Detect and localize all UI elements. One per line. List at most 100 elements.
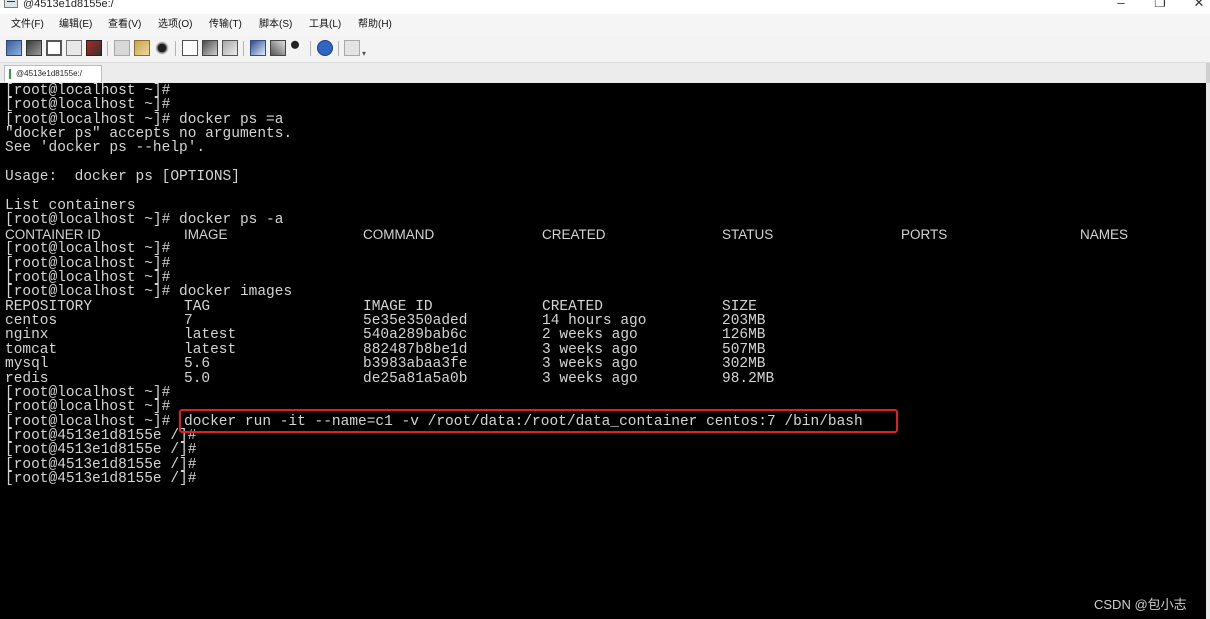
- image-id: 540a289bab6c: [363, 327, 468, 343]
- menu-options[interactable]: 选项(O): [158, 18, 192, 32]
- terminal-area[interactable]: [root@localhost ~]# [root@localhost ~]# …: [0, 83, 1206, 619]
- images-header-tag: TAG: [184, 299, 211, 315]
- watermark: CSDN @包小志: [1094, 597, 1187, 612]
- menu-help[interactable]: 帮助(H): [358, 18, 392, 32]
- terminal-line: [root@localhost ~]#: [5, 83, 171, 99]
- image-size: 507MB: [722, 342, 766, 358]
- terminal-line: [root@localhost ~]#: [5, 97, 171, 113]
- image-repository: centos: [5, 313, 58, 329]
- images-header-created: CREATED: [542, 299, 603, 315]
- ps-header-created: CREATED: [542, 227, 606, 242]
- minimize-button[interactable]: –: [1106, 0, 1136, 12]
- menu-view[interactable]: 查看(V): [108, 18, 141, 32]
- toolbar-separator: [243, 41, 244, 56]
- ps-header-image: IMAGE: [184, 227, 228, 242]
- terminal-line: Usage: docker ps [OPTIONS]: [5, 169, 240, 185]
- window-title: @4513e1d8155e:/: [23, 0, 114, 10]
- toolbar-separator: [338, 41, 339, 56]
- ps-header-command: COMMAND: [363, 227, 435, 242]
- image-id: de25a81a5a0b: [363, 371, 468, 387]
- title-bar: @4513e1d8155e:/ – ❐ ✕: [0, 0, 1210, 14]
- menu-transfer[interactable]: 传输(T): [209, 18, 242, 32]
- menu-script[interactable]: 脚本(S): [259, 18, 292, 32]
- images-header-image-id: IMAGE ID: [363, 299, 433, 315]
- image-id: 882487b8be1d: [363, 342, 468, 358]
- help-icon[interactable]: [317, 40, 333, 56]
- container-prompt: [root@4513e1d8155e /]#: [5, 457, 197, 473]
- tab-strip-edge: [1206, 63, 1210, 83]
- terminal-line: [root@localhost ~]# docker ps -a: [5, 212, 284, 228]
- terminal-line: See 'docker ps --help'.: [5, 140, 206, 156]
- toolbar: ▾: [0, 36, 1210, 63]
- image-created: 3 weeks ago: [542, 356, 638, 372]
- container-prompt: [root@4513e1d8155e /]#: [5, 428, 197, 444]
- image-repository: tomcat: [5, 342, 58, 358]
- container-prompt: [root@4513e1d8155e /]#: [5, 442, 197, 458]
- find-icon[interactable]: [154, 40, 170, 56]
- image-created: 3 weeks ago: [542, 371, 638, 387]
- terminal-line: [root@localhost ~]# docker ps =a: [5, 112, 284, 128]
- terminal-line: [root@localhost ~]#: [5, 241, 171, 257]
- terminal-line: [root@localhost ~]#: [5, 256, 171, 272]
- paste-icon[interactable]: [134, 40, 150, 56]
- image-tag: 5.0: [184, 371, 211, 387]
- close-window-button[interactable]: ✕: [1184, 0, 1210, 12]
- terminal-line: List containers: [5, 198, 136, 214]
- image-tag: latest: [184, 327, 237, 343]
- image-size: 203MB: [722, 313, 766, 329]
- print-icon[interactable]: [202, 40, 218, 56]
- image-repository: nginx: [5, 327, 49, 343]
- extra-icon[interactable]: [344, 40, 360, 56]
- close-icon[interactable]: [86, 40, 102, 56]
- print-screen-icon[interactable]: [222, 40, 238, 56]
- ps-header-names: NAMES: [1080, 227, 1129, 242]
- toolbar-separator: [310, 41, 311, 56]
- ps-header-container-id: CONTAINER ID: [5, 227, 101, 242]
- print-setup-icon[interactable]: [182, 40, 198, 56]
- disconnect-icon[interactable]: [66, 40, 82, 56]
- keymap-icon[interactable]: [290, 40, 300, 56]
- image-created: 14 hours ago: [542, 313, 647, 329]
- new-session-icon[interactable]: [6, 40, 22, 56]
- ps-header-status: STATUS: [722, 227, 774, 242]
- image-repository: redis: [5, 371, 49, 387]
- menu-bar: 文件(F) 编辑(E) 查看(V) 选项(O) 传输(T) 脚本(S) 工具(L…: [0, 14, 1210, 36]
- terminal-line: [root@localhost ~]#: [5, 270, 171, 286]
- open-session-icon[interactable]: [26, 40, 42, 56]
- run-prompt: [root@localhost ~]#: [5, 414, 171, 430]
- terminal-line: [root@localhost ~]#: [5, 385, 171, 401]
- copy-icon[interactable]: [114, 40, 130, 56]
- command-highlight-box: [179, 409, 898, 433]
- image-size: 126MB: [722, 327, 766, 343]
- image-tag: latest: [184, 342, 237, 358]
- toolbar-separator: [175, 41, 176, 56]
- app-icon: [4, 0, 18, 8]
- image-created: 3 weeks ago: [542, 342, 638, 358]
- image-size: 302MB: [722, 356, 766, 372]
- maximize-button[interactable]: ❐: [1145, 0, 1175, 12]
- image-tag: 7: [184, 313, 193, 329]
- tab-session[interactable]: @4513e1d8155e:/: [4, 65, 102, 82]
- image-tag: 5.6: [184, 356, 211, 372]
- connected-status-icon: [9, 69, 11, 79]
- tab-label: @4513e1d8155e:/: [16, 69, 82, 78]
- images-header-repository: REPOSITORY: [5, 299, 93, 315]
- menu-edit[interactable]: 编辑(E): [59, 18, 92, 32]
- terminal-edge: [1206, 83, 1210, 619]
- image-created: 2 weeks ago: [542, 327, 638, 343]
- menu-tools[interactable]: 工具(L): [309, 18, 341, 32]
- global-options-icon[interactable]: [270, 40, 286, 56]
- images-header-size: SIZE: [722, 299, 757, 315]
- reconnect-icon[interactable]: [46, 40, 62, 56]
- ps-header-ports: PORTS: [901, 227, 948, 242]
- image-id: b3983abaa3fe: [363, 356, 468, 372]
- container-prompt: [root@4513e1d8155e /]#: [5, 471, 197, 487]
- menu-file[interactable]: 文件(F): [11, 18, 44, 32]
- image-repository: mysql: [5, 356, 49, 372]
- session-options-icon[interactable]: [250, 40, 266, 56]
- tab-strip: @4513e1d8155e:/: [0, 63, 1210, 84]
- terminal-line: [root@localhost ~]# docker images: [5, 284, 293, 300]
- toolbar-separator: [107, 41, 108, 56]
- toolbar-overflow-icon[interactable]: ▾: [362, 50, 370, 58]
- terminal-line: "docker ps" accepts no arguments.: [5, 126, 293, 142]
